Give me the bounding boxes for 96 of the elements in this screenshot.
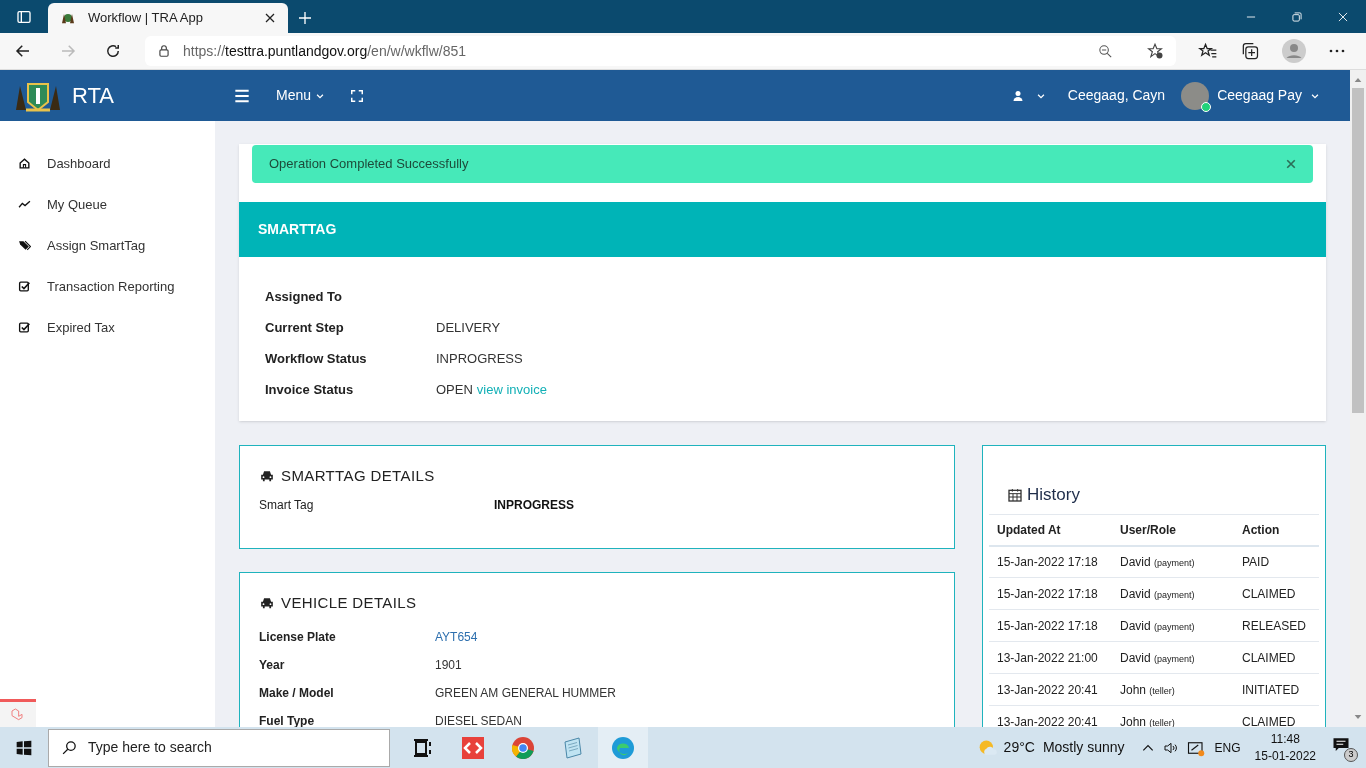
section-title: SMARTTAG — [258, 220, 337, 239]
column-header: Action — [1234, 514, 1319, 546]
taskbar-search-field[interactable]: Type here to search — [48, 728, 390, 767]
language-indicator[interactable]: ENG — [1214, 738, 1241, 757]
search-icon — [61, 739, 78, 756]
table-cell: 13-Jan-2022 20:41 — [989, 673, 1112, 706]
edge-icon[interactable] — [611, 735, 635, 760]
user-dropdown[interactable] — [1011, 89, 1046, 102]
field-label: Assigned To — [265, 287, 344, 306]
zoom-out-icon[interactable] — [1097, 42, 1114, 60]
checkbox-icon — [18, 280, 31, 293]
history-title: History — [1027, 484, 1080, 506]
notification-count: 3 — [1344, 747, 1358, 762]
table-cell: INITIATED — [1234, 673, 1319, 706]
menu-dropdown[interactable]: Menu — [276, 85, 326, 106]
field-label: Workflow Status — [265, 349, 368, 368]
sidebar-item[interactable]: My Queue — [0, 184, 215, 225]
field-label: Make / Model — [259, 684, 335, 702]
url-text: https://testtra.puntlandgov.org/en/w/wkflw/851 — [183, 41, 468, 61]
table-cell: 15-Jan-2022 17:18 — [989, 577, 1112, 610]
table-cell: CLAIMED — [1234, 577, 1319, 610]
new-tab-icon[interactable] — [297, 10, 313, 26]
field-value: GREEN AM GENERAL HUMMER — [435, 684, 616, 702]
table-cell: David (payment) — [1112, 545, 1234, 578]
table-cell: David (payment) — [1112, 641, 1234, 674]
star-add-icon[interactable] — [1146, 42, 1164, 60]
menu-icon[interactable] — [233, 87, 251, 104]
table-cell: David (payment) — [1112, 609, 1234, 642]
lock-icon — [157, 44, 171, 58]
table-cell: 15-Jan-2022 17:18 — [989, 545, 1112, 578]
column-header: Updated At — [989, 514, 1112, 546]
field-value: INPROGRESS — [494, 496, 574, 514]
scrollbar[interactable] — [1350, 70, 1366, 727]
field-label: License Plate — [259, 628, 337, 646]
tags-icon — [18, 239, 31, 252]
field-label: Invoice Status — [265, 380, 355, 399]
collections-icon[interactable] — [1240, 41, 1260, 61]
chrome-icon[interactable] — [511, 735, 535, 760]
user-name: Ceegaag, Cayn — [1067, 86, 1166, 105]
field-label: Year — [259, 656, 286, 674]
clock-date: 15-01-2022 — [1254, 747, 1316, 765]
table-cell: John (teller) — [1112, 673, 1234, 706]
sidebar-item[interactable]: Assign SmartTag — [0, 225, 215, 266]
field-value: DELIVERY — [436, 318, 501, 337]
clock-time: 11:48 — [1270, 730, 1300, 748]
profile-dropdown[interactable]: Ceegaag Pay — [1181, 81, 1320, 110]
browser-tab[interactable]: Workflow | TRA App — [48, 3, 288, 33]
table-cell: 13-Jan-2022 21:00 — [989, 641, 1112, 674]
table-cell: CLAIMED — [1234, 705, 1319, 727]
field-label: Fuel Type — [259, 712, 316, 727]
field-label: Current Step — [265, 318, 345, 337]
tab-title: Workflow | TRA App — [88, 9, 204, 28]
field-value: DIESEL SEDAN — [435, 712, 522, 727]
fullscreen-icon[interactable] — [350, 88, 365, 103]
table-cell: David (payment) — [1112, 577, 1234, 610]
table-cell: 15-Jan-2022 17:18 — [989, 609, 1112, 642]
scroll-down-icon — [1354, 713, 1362, 721]
sidebar-item[interactable]: Transaction Reporting — [0, 266, 215, 307]
license-plate-link[interactable]: AYT654 — [435, 627, 478, 646]
table-cell: John (teller) — [1112, 705, 1234, 727]
user-icon — [1011, 89, 1024, 102]
close-icon[interactable] — [264, 12, 276, 24]
restore-icon[interactable] — [1290, 9, 1304, 24]
trend-line-icon — [18, 198, 31, 211]
calendar-icon — [1007, 486, 1023, 503]
notepad-icon[interactable] — [561, 735, 585, 760]
table-cell: RELEASED — [1234, 609, 1319, 642]
field-value: OPEN — [436, 380, 473, 399]
debug-bar-tab[interactable] — [0, 699, 36, 727]
arrows-app-icon[interactable] — [461, 735, 485, 760]
checkbox-icon — [18, 321, 31, 334]
card-title: VEHICLE DETAILS — [281, 593, 417, 613]
profile-avatar-icon[interactable] — [1282, 39, 1306, 63]
app-brand: RTA — [72, 82, 115, 110]
alert-message: Operation Completed Successfully — [269, 155, 470, 174]
temperature: 29°C — [1003, 738, 1035, 757]
weather-text: Mostly sunny — [1042, 738, 1125, 757]
table-cell: CLAIMED — [1234, 641, 1319, 674]
column-header: User/Role — [1112, 514, 1234, 546]
table-cell: PAID — [1234, 545, 1319, 578]
scroll-up-icon — [1354, 76, 1362, 84]
back-icon[interactable] — [13, 42, 32, 60]
car-icon — [259, 469, 275, 484]
field-label: Smart Tag — [259, 496, 315, 514]
field-value: 1901 — [435, 656, 462, 674]
sidebar-item[interactable]: Expired Tax — [0, 307, 215, 348]
search-placeholder: Type here to search — [88, 738, 212, 757]
field-value: INPROGRESS — [436, 349, 523, 368]
address-bar[interactable]: https://testtra.puntlandgov.org/en/w/wkflw/851 — [145, 36, 1176, 66]
home-icon — [18, 157, 31, 170]
table-cell: 13-Jan-2022 20:41 — [989, 705, 1112, 727]
card-title: SMARTTAG DETAILS — [281, 466, 435, 486]
tab-actions-icon[interactable] — [16, 8, 32, 25]
sidebar-item[interactable]: Dashboard — [0, 143, 215, 184]
windows-start-icon[interactable] — [16, 739, 32, 756]
car-icon — [259, 596, 275, 611]
